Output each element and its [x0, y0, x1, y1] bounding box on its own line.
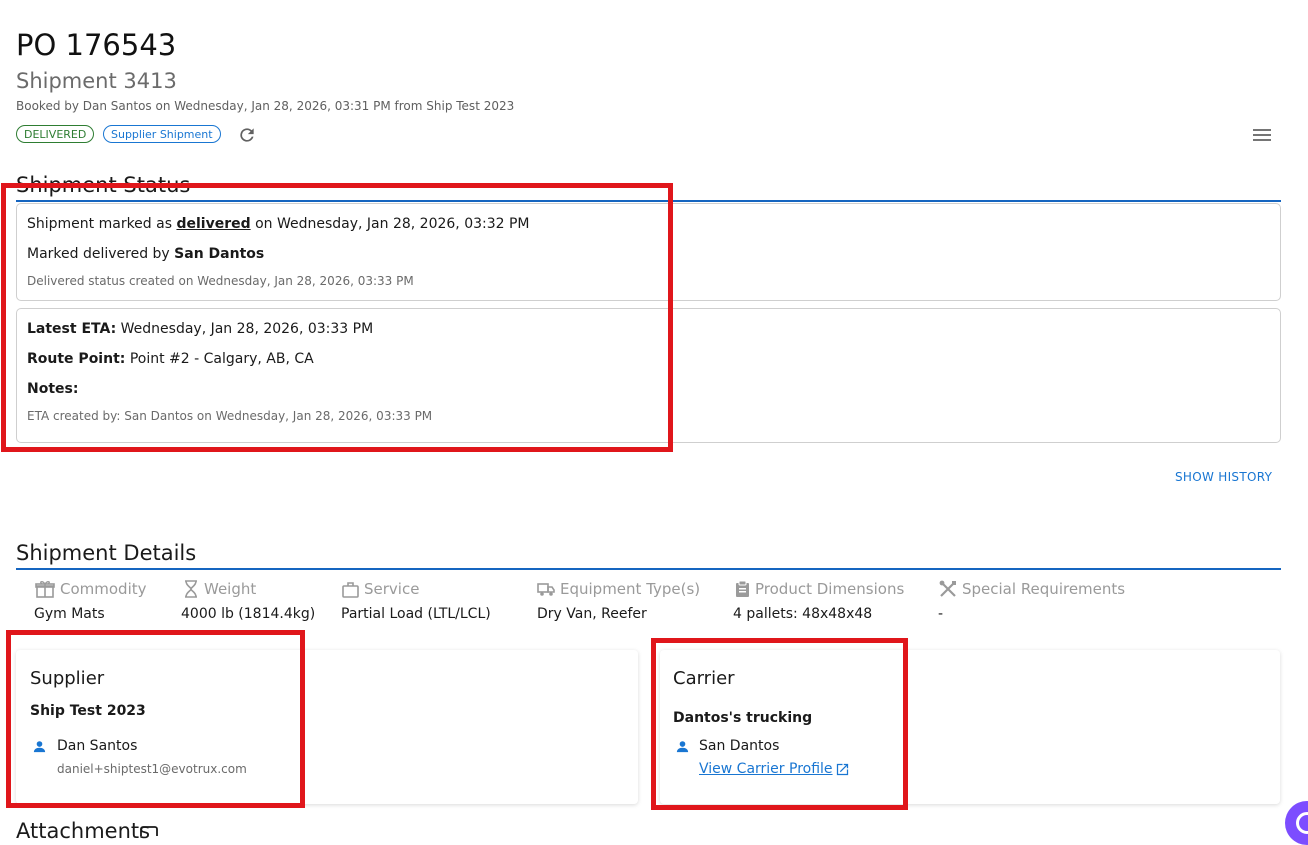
highlight-box-status [1, 183, 673, 452]
refresh-icon[interactable] [237, 125, 257, 145]
shipment-subtitle: Shipment 3413 [16, 69, 177, 93]
detail-label: Service [364, 580, 420, 598]
detail-special-requirements: Special Requirements [939, 580, 1125, 598]
briefcase-icon [342, 581, 359, 598]
detail-value: Gym Mats [34, 606, 105, 622]
badge-supplier-shipment: Supplier Shipment [103, 125, 221, 143]
detail-label: Commodity [60, 580, 147, 598]
booked-by-line: Booked by Dan Santos on Wednesday, Jan 2… [16, 99, 515, 113]
detail-value: Partial Load (LTL/LCL) [341, 606, 491, 622]
gift-icon [35, 581, 55, 598]
attachments-label: Attachments [16, 819, 151, 843]
detail-label: Product Dimensions [755, 580, 905, 598]
clipboard-icon [736, 580, 749, 597]
detail-service: Service [342, 580, 419, 598]
detail-value: 4000 lb (1814.4kg) [181, 606, 316, 622]
section-divider [16, 568, 1281, 570]
highlight-box-supplier [6, 630, 305, 808]
detail-label: Weight [204, 580, 257, 598]
section-title-shipment-details: Shipment Details [16, 541, 197, 565]
page-title: PO 176543 [16, 28, 177, 62]
section-title-attachments: Attachments [16, 819, 150, 843]
detail-dimensions: Product Dimensions [735, 580, 904, 598]
hourglass-icon [185, 580, 197, 598]
attachment-icon [140, 826, 158, 836]
highlight-box-carrier [651, 638, 908, 810]
tools-icon [939, 580, 956, 597]
detail-label: Equipment Type(s) [560, 580, 701, 598]
truck-icon [537, 583, 555, 596]
menu-icon[interactable] [1252, 127, 1272, 143]
detail-weight: Weight [183, 580, 256, 598]
detail-label: Special Requirements [962, 580, 1126, 598]
detail-value: 4 pallets: 48x48x48 [733, 606, 873, 622]
detail-value: Dry Van, Reefer [537, 606, 647, 622]
status-badge-delivered: DELIVERED [16, 125, 95, 143]
detail-value: - [938, 606, 944, 622]
detail-equipment: Equipment Type(s) [537, 580, 700, 598]
detail-commodity: Commodity [35, 580, 147, 598]
show-history-button[interactable]: SHOW HISTORY [1175, 470, 1272, 484]
